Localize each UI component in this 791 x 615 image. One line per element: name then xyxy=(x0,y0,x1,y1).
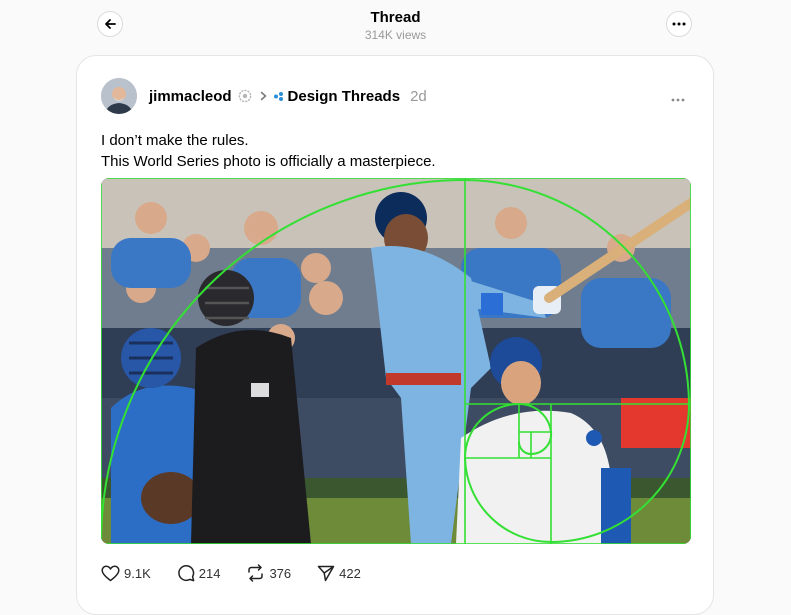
post-card: jimmacleod Design Threads 2d I don’t mak… xyxy=(76,55,714,615)
more-options-button[interactable] xyxy=(666,11,692,37)
share-count: 422 xyxy=(339,565,361,581)
verified-badge-icon xyxy=(238,89,252,103)
repost-count: 376 xyxy=(269,565,292,581)
community-icon xyxy=(273,91,283,101)
top-bar: Thread 314K views xyxy=(0,0,791,50)
like-count: 9.1K xyxy=(124,565,151,581)
reply-count: 214 xyxy=(198,565,221,581)
post-header: jimmacleod Design Threads 2d xyxy=(149,86,427,106)
reply-button[interactable]: 214 xyxy=(177,564,221,582)
repost-icon xyxy=(248,564,264,582)
send-icon xyxy=(317,565,335,581)
post-more-button[interactable] xyxy=(671,89,685,107)
share-button[interactable]: 422 xyxy=(317,565,361,582)
repost-button[interactable]: 376 xyxy=(246,564,291,582)
post-body: I don’t make the rules. This World Serie… xyxy=(101,130,436,172)
ellipsis-icon xyxy=(672,22,686,26)
action-bar: 9.1K 214 376 422 xyxy=(101,564,387,582)
avatar[interactable] xyxy=(101,78,137,114)
post-text-line: This World Series photo is officially a … xyxy=(101,153,436,170)
username[interactable]: jimmacleod xyxy=(149,88,232,105)
ellipsis-icon xyxy=(671,98,685,102)
community-name: Design Threads xyxy=(287,87,401,105)
heart-icon xyxy=(101,565,120,581)
post-text-line: I don’t make the rules. xyxy=(101,132,249,149)
chevron-right-icon xyxy=(260,91,267,101)
comment-icon xyxy=(177,564,195,582)
community-link[interactable]: Design Threads xyxy=(273,87,401,105)
post-photo[interactable] xyxy=(101,178,691,544)
post-timestamp: 2d xyxy=(410,87,427,105)
like-button[interactable]: 9.1K xyxy=(101,565,151,582)
